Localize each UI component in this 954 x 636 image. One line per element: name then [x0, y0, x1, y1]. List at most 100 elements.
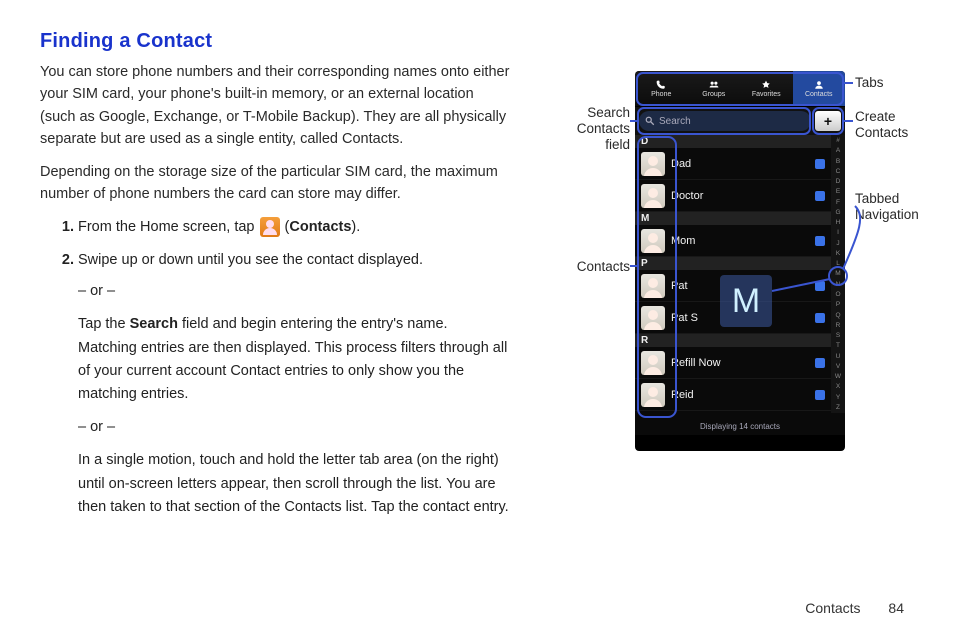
google-badge-icon — [815, 236, 825, 246]
index-letter[interactable]: J — [836, 240, 839, 247]
index-letter[interactable]: U — [836, 353, 841, 360]
step-1: From the Home screen, tap (Contacts). — [78, 216, 510, 239]
index-letter[interactable]: L — [836, 260, 840, 267]
callout-contacts: Contacts — [570, 259, 630, 275]
right-column: Tabs CreateContacts TabbedNavigation Sea… — [530, 61, 914, 529]
contacts-app-icon — [260, 217, 280, 237]
list-item[interactable]: Doctor — [635, 180, 845, 212]
callout-search-text: SearchContactsfield — [565, 105, 630, 154]
step2-or-1: – or – — [78, 280, 510, 303]
index-letter[interactable]: B — [836, 158, 840, 165]
index-letter[interactable]: R — [836, 322, 841, 329]
list-item[interactable]: Refill Now — [635, 347, 845, 379]
contact-name: Doctor — [671, 190, 809, 202]
index-letter[interactable]: X — [836, 383, 840, 390]
footer-section: Contacts — [805, 600, 860, 616]
callout-tabbed-nav: TabbedNavigation — [855, 191, 919, 223]
google-badge-icon — [815, 390, 825, 400]
tab-favorites-label: Favorites — [752, 91, 781, 98]
steps-list: From the Home screen, tap (Contacts). Sw… — [40, 216, 510, 519]
google-badge-icon — [815, 358, 825, 368]
index-letter[interactable]: C — [836, 168, 841, 175]
google-badge-icon — [815, 281, 825, 291]
contact-name: Reid — [671, 389, 809, 401]
avatar — [641, 383, 665, 407]
step2c: In a single motion, touch and hold the l… — [78, 449, 510, 519]
contact-name: Refill Now — [671, 357, 809, 369]
tab-groups[interactable]: Groups — [688, 71, 741, 106]
intro-p1: You can store phone numbers and their co… — [40, 61, 510, 151]
left-column: You can store phone numbers and their co… — [40, 61, 510, 529]
index-letter[interactable]: F — [836, 199, 840, 206]
add-contact-button[interactable]: + — [815, 111, 841, 131]
search-input[interactable]: Search — [639, 111, 811, 131]
contact-name: Dad — [671, 158, 809, 170]
step1-prefix: From the Home screen, tap — [78, 219, 259, 235]
step2-or-2: – or – — [78, 416, 510, 439]
index-letter[interactable]: W — [835, 373, 841, 380]
index-letter[interactable]: Z — [836, 404, 840, 411]
index-letter[interactable]: I — [837, 229, 839, 236]
star-icon — [760, 80, 772, 90]
index-letter[interactable]: T — [836, 342, 840, 349]
groups-icon — [708, 80, 720, 90]
index-letter[interactable]: E — [836, 188, 840, 195]
step2b-pre: Tap the — [78, 316, 130, 332]
tab-contacts[interactable]: Contacts — [793, 71, 846, 106]
tab-phone[interactable]: Phone — [635, 71, 688, 106]
callout-create: CreateContacts — [855, 109, 908, 141]
avatar — [641, 152, 665, 176]
google-badge-icon — [815, 313, 825, 323]
phone-mock: Phone Groups Favorites Contacts — [635, 71, 845, 451]
index-letter[interactable]: Q — [835, 312, 840, 319]
list-item[interactable]: Dad — [635, 148, 845, 180]
phone-icon — [655, 80, 667, 90]
section-p: P — [635, 257, 845, 270]
callout-tabs: Tabs — [855, 75, 884, 91]
callout-search: SearchContactsfield — [565, 105, 630, 154]
avatar — [641, 184, 665, 208]
tab-favorites[interactable]: Favorites — [740, 71, 793, 106]
search-icon — [645, 116, 655, 126]
step1-paren-close: ). — [351, 219, 360, 235]
step2b: Tap the Search field and begin entering … — [78, 313, 510, 406]
index-letter[interactable]: Y — [836, 394, 840, 401]
index-letter[interactable]: A — [836, 147, 840, 154]
contact-name: Mom — [671, 235, 809, 247]
person-icon — [813, 80, 825, 90]
index-letter[interactable]: H — [836, 219, 841, 226]
step2-text: Swipe up or down until you see the conta… — [78, 252, 423, 268]
tab-contacts-label: Contacts — [805, 91, 833, 98]
list-item[interactable]: Reid — [635, 379, 845, 411]
contact-list[interactable]: D Dad Doctor M Mom P Pat Pat S R Refill … — [635, 135, 845, 435]
index-letter[interactable]: G — [835, 209, 840, 216]
index-letter[interactable]: M — [835, 270, 840, 277]
index-letter[interactable]: K — [836, 250, 840, 257]
page-title: Finding a Contact — [40, 30, 914, 53]
phone-tab-bar: Phone Groups Favorites Contacts — [635, 71, 845, 107]
index-letter[interactable]: O — [835, 291, 840, 298]
section-r: R — [635, 334, 845, 347]
section-m: M — [635, 212, 845, 225]
alphabet-index[interactable]: # ABCDEFGHIJKLMNOPQRSTUVWXYZ — [831, 135, 845, 413]
footer-page-number: 84 — [888, 600, 904, 616]
index-letter[interactable]: S — [836, 332, 840, 339]
intro-p2: Depending on the storage size of the par… — [40, 161, 510, 206]
callout-tabbednav-text: TabbedNavigation — [855, 191, 919, 223]
page-footer: Contacts 84 — [805, 600, 904, 616]
step1-bold: Contacts — [289, 219, 351, 235]
index-letter[interactable]: D — [836, 178, 841, 185]
google-badge-icon — [815, 191, 825, 201]
section-d: D — [635, 135, 845, 148]
list-item[interactable]: Mom — [635, 225, 845, 257]
index-letter[interactable]: V — [836, 363, 840, 370]
step2b-bold: Search — [130, 316, 178, 332]
index-letter[interactable]: # — [836, 137, 840, 144]
index-letter[interactable]: P — [836, 301, 840, 308]
contact-count: Displaying 14 contacts — [635, 419, 845, 435]
letter-popup: M — [720, 275, 772, 327]
avatar — [641, 351, 665, 375]
avatar — [641, 274, 665, 298]
avatar — [641, 229, 665, 253]
index-letter[interactable]: N — [836, 281, 841, 288]
